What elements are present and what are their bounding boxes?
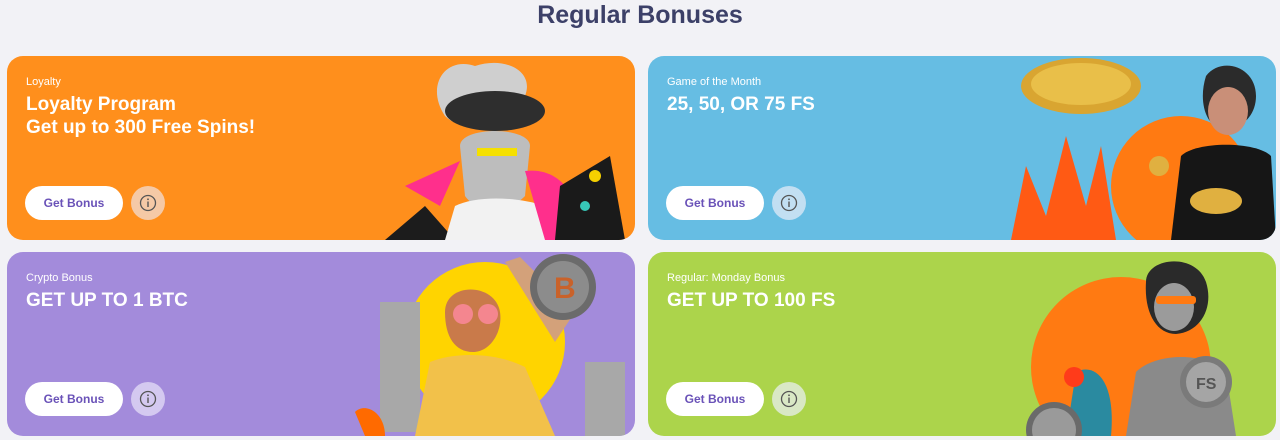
gold-coins-illustration: [1011, 58, 1276, 240]
crypto-illustration: B: [355, 254, 625, 436]
card-tag: Crypto Bonus: [26, 272, 93, 284]
info-icon[interactable]: [772, 382, 806, 416]
loyalty-illustration: [385, 62, 625, 240]
card-headline: 25, 50, OR 75 FS: [667, 94, 815, 115]
get-bonus-button[interactable]: Get Bonus: [666, 382, 764, 416]
svg-text:B: B: [554, 272, 576, 305]
fs-coins-illustration: FS: [1026, 261, 1236, 436]
get-bonus-button[interactable]: Get Bonus: [25, 382, 123, 416]
bonus-card-game-of-month[interactable]: Game of the Month 25, 50, OR 75 FS Get B…: [648, 56, 1276, 240]
bonus-card-monday[interactable]: Regular: Monday Bonus GET UP TO 100 FS G…: [648, 252, 1276, 436]
section-title: Regular Bonuses: [537, 1, 743, 29]
svg-text:FS: FS: [1196, 376, 1217, 393]
info-icon[interactable]: [131, 382, 165, 416]
get-bonus-button[interactable]: Get Bonus: [666, 186, 764, 220]
card-tag: Game of the Month: [667, 76, 762, 88]
card-headline: GET UP TO 1 BTC: [26, 290, 188, 311]
card-tag: Regular: Monday Bonus: [667, 272, 786, 284]
bonus-card-loyalty[interactable]: Loyalty Loyalty Program Get up to 300 Fr…: [7, 56, 635, 240]
get-bonus-button[interactable]: Get Bonus: [25, 186, 123, 220]
info-icon[interactable]: [131, 186, 165, 220]
card-headline: GET UP TO 100 FS: [667, 290, 836, 311]
card-headline: Loyalty Program Get up to 300 Free Spins…: [26, 94, 256, 138]
info-icon[interactable]: [772, 186, 806, 220]
bonus-card-crypto[interactable]: Crypto Bonus GET UP TO 1 BTC Get Bonus B: [7, 252, 635, 436]
card-tag: Loyalty: [26, 76, 61, 88]
